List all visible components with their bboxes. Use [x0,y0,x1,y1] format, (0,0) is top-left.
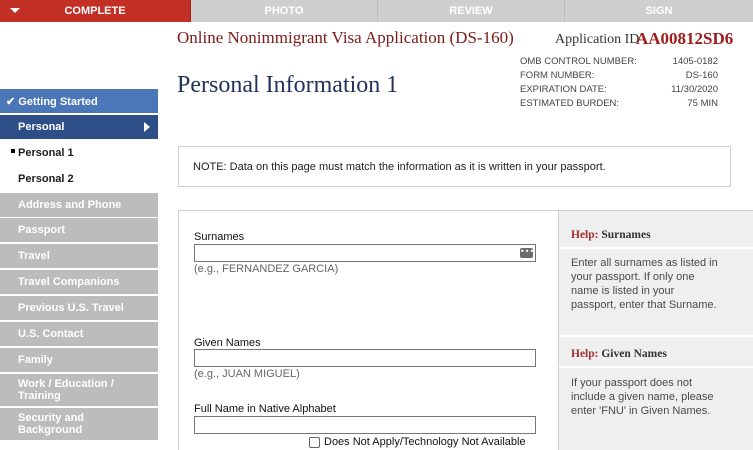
meta-burden: ESTIMATED BURDEN: 75 MIN [520,98,718,109]
page-title: Personal Information 1 [177,72,399,98]
surnames-hint: (e.g., FERNANDEZ GARCIA) [194,263,339,275]
meta-expiration: EXPIRATION DATE: 11/30/2020 [520,84,718,95]
caret-down-icon [10,8,20,13]
help-given-title: Help: Given Names [571,348,667,360]
sidebar-item-getting-started[interactable]: ✔ Getting Started [0,89,158,113]
form-metadata: OMB CONTROL NUMBER: 1405-0182 FORM NUMBER… [520,56,718,112]
application-id-label: Application ID [555,32,640,47]
tab-review[interactable]: REVIEW [378,0,565,22]
tab-complete-label: COMPLETE [64,5,126,17]
sidebar-item-personal-1[interactable]: Personal 1 [0,140,158,165]
sidebar-item-security[interactable]: Security and Background [0,407,158,440]
current-page-marker-icon [11,148,15,153]
sidebar-item-personal[interactable]: Personal [0,114,158,139]
application-title: Online Nonimmigrant Visa Application (DS… [177,28,514,47]
help-surnames-title: Help: Surnames [571,229,651,241]
sidebar-item-travel-companions[interactable]: Travel Companions [0,270,158,295]
sidebar-item-us-contact[interactable]: U.S. Contact [0,322,158,347]
given-names-hint: (e.g., JUAN MIGUEL) [194,368,300,380]
does-not-apply-checkbox[interactable] [309,437,320,448]
surnames-label: Surnames [194,231,245,243]
sidebar-item-work-education[interactable]: Work / Education / Training [0,373,158,406]
tab-photo-label: PHOTO [264,5,304,17]
chevron-right-icon [144,121,150,132]
given-names-input[interactable] [194,349,536,367]
passport-note: NOTE: Data on this page must match the i… [178,146,731,187]
native-name-input[interactable] [194,416,536,434]
given-names-label: Given Names [194,337,261,349]
top-tabs: COMPLETE PHOTO REVIEW SIGN [0,0,753,22]
help-divider [559,366,753,368]
sidebar-item-personal-2[interactable]: Personal 2 [0,166,158,191]
sidebar-nav: ✔ Getting Started Personal Personal 1 Pe… [0,89,158,442]
sidebar-item-travel[interactable]: Travel [0,244,158,269]
ellipsis-icon[interactable]: ••• [520,248,534,258]
sidebar-item-passport[interactable]: Passport [0,218,158,243]
help-panel: Help: Surnames Enter all surnames as lis… [559,210,753,450]
surnames-input[interactable]: ••• [194,244,536,262]
sidebar-item-family[interactable]: Family [0,347,158,372]
does-not-apply-label: Does Not Apply/Technology Not Available [324,436,526,448]
help-divider [559,335,753,337]
tab-photo[interactable]: PHOTO [191,0,378,22]
application-id: AA00812SD6 [636,29,734,48]
tab-review-label: REVIEW [449,5,493,17]
sidebar-item-address-phone[interactable]: Address and Phone [0,192,158,217]
native-name-label: Full Name in Native Alphabet [194,403,336,415]
personal-info-form: Surnames ••• (e.g., FERNANDEZ GARCIA) Gi… [178,210,559,450]
tab-complete[interactable]: COMPLETE [0,0,191,22]
help-surnames-text: Enter all surnames as listed in your pas… [571,257,718,311]
help-given-text: If your passport does not include a give… [571,377,714,417]
meta-form-number: FORM NUMBER: DS-160 [520,70,718,81]
help-divider [559,247,753,249]
tab-sign-label: SIGN [645,5,673,17]
sidebar-item-previous-travel[interactable]: Previous U.S. Travel [0,296,158,321]
tab-sign[interactable]: SIGN [565,0,753,22]
meta-omb: OMB CONTROL NUMBER: 1405-0182 [520,56,718,67]
